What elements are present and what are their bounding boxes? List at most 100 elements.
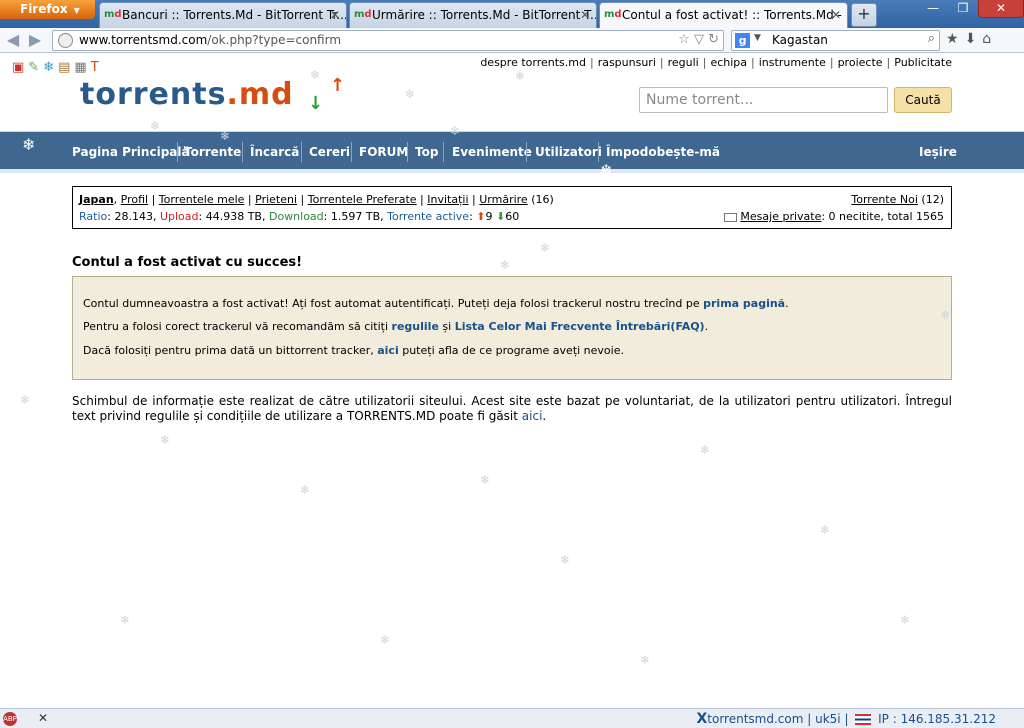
nav-torrents[interactable]: Torrente xyxy=(184,145,241,159)
ratio-value: 28.143 xyxy=(114,210,153,223)
bookmarks-menu-icon[interactable]: ★ xyxy=(946,31,965,47)
site-navigation: Pagina Principală Torrente Încarcă Cerer… xyxy=(0,131,1024,173)
home-icon[interactable]: ⌂ xyxy=(982,31,997,47)
close-tab-icon[interactable]: ✕ xyxy=(330,8,340,22)
adblock-icon[interactable]: ABP xyxy=(3,712,17,726)
search-engine-dropdown-icon[interactable]: ▼ xyxy=(754,33,761,43)
friends-link[interactable]: Prieteni xyxy=(255,193,297,206)
addon-icon[interactable]: ▤ xyxy=(58,60,74,75)
favorite-torrents-link[interactable]: Torrentele Preferate xyxy=(308,193,417,206)
tab-label: Contul a fost activat! :: Torrents.Md - … xyxy=(622,8,848,22)
private-messages-status: : 0 necitite, total 1565 xyxy=(821,210,944,223)
torrent-search-input[interactable]: Nume torrent... xyxy=(639,87,888,113)
private-messages-link[interactable]: Mesaje private xyxy=(740,210,821,223)
addon-icon[interactable]: ❄ xyxy=(43,60,58,75)
firefox-menu-label: Firefox xyxy=(20,2,68,16)
rules-link[interactable]: regulile xyxy=(392,320,439,333)
ratio-label: Ratio xyxy=(79,210,108,223)
search-bar[interactable]: g ▼ Kagastan ⌕ xyxy=(731,30,940,51)
top-link-ads[interactable]: Publicitate xyxy=(894,56,952,69)
forward-arrow-icon[interactable]: ▶ xyxy=(26,31,44,49)
close-addon-bar-icon[interactable]: ✕ xyxy=(38,711,48,725)
web-page: ▣✎❄▤▦T despre torrents.md | raspunsuri | reg… xyxy=(0,54,1024,708)
terms-link[interactable]: aici xyxy=(522,409,543,423)
tab-label: Bancuri :: Torrents.Md - BitTorrent Tr..… xyxy=(122,8,347,22)
torrentsmd-favicon-icon: md xyxy=(604,9,622,20)
new-tab-button[interactable]: + xyxy=(851,3,877,27)
site-logo[interactable]: torrents.md ↑ ↓ xyxy=(80,75,345,114)
close-window-icon[interactable]: ✕ xyxy=(978,0,1024,18)
nav-upload[interactable]: Încarcă xyxy=(250,145,299,159)
minimize-icon[interactable]: — xyxy=(918,0,948,18)
addon-icon[interactable]: ▣ xyxy=(12,60,28,75)
bookmark-star-icon[interactable]: ☆ xyxy=(678,32,690,47)
history-dropdown-icon[interactable]: ▽ xyxy=(694,32,704,47)
firefox-menu-button[interactable]: Firefox ▼ xyxy=(0,0,95,19)
nav-home[interactable]: Pagina Principală xyxy=(72,145,190,159)
nav-separator xyxy=(526,142,527,162)
envelope-icon xyxy=(724,212,738,222)
nav-separator xyxy=(407,142,408,162)
top-link-team[interactable]: echipa xyxy=(710,56,747,69)
tab-label: Urmărire :: Torrents.Md - BitTorrent T..… xyxy=(372,8,597,22)
home-page-link[interactable]: prima pagină xyxy=(703,297,785,310)
addon-icon[interactable]: ✎ xyxy=(28,60,43,75)
username-link[interactable]: Japan xyxy=(79,193,114,206)
snowflake-icon: ❄ xyxy=(405,87,416,101)
new-torrents: Torrente Noi (12) xyxy=(851,193,944,206)
top-link-answers[interactable]: raspunsuri xyxy=(598,56,656,69)
download-value: 1.597 TB xyxy=(330,210,381,223)
addon-icon[interactable]: T xyxy=(91,60,103,75)
top-link-separator: | xyxy=(751,56,755,69)
activation-message-box: Contul dumneavoastra a fost activat! Ați… xyxy=(72,276,952,380)
top-link-about[interactable]: despre torrents.md xyxy=(480,56,586,69)
watch-count: (16) xyxy=(531,193,554,206)
download-label: Download xyxy=(268,210,324,223)
nav-decorate[interactable]: Împodobește-mă xyxy=(606,145,720,159)
addon-icon[interactable]: ▦ xyxy=(74,60,90,75)
search-query: Kagastan xyxy=(772,33,828,47)
search-button[interactable]: Caută xyxy=(894,87,952,113)
disclaimer-body: Schimbul de informație este realizat de … xyxy=(72,394,952,423)
window-controls: — ❐ ✕ xyxy=(918,0,1024,20)
download-arrow-icon[interactable]: ⬇ xyxy=(965,31,983,47)
top-link-separator: | xyxy=(659,56,664,69)
top-link-projects[interactable]: proiecte xyxy=(838,56,883,69)
maximize-icon[interactable]: ❐ xyxy=(948,0,978,18)
tab-bancuri[interactable]: md Bancuri :: Torrents.Md - BitTorrent T… xyxy=(99,2,347,28)
search-icon[interactable]: ⌕ xyxy=(928,31,935,46)
close-tab-icon[interactable]: ✕ xyxy=(831,8,841,22)
logout-link[interactable]: Ieșire xyxy=(919,145,957,159)
message-text: . xyxy=(785,297,789,310)
invitations-link[interactable]: Invitații xyxy=(427,193,468,206)
top-link-rules[interactable]: reguli xyxy=(668,56,699,69)
tab-urmarire[interactable]: md Urmărire :: Torrents.Md - BitTorrent … xyxy=(349,2,597,28)
profile-link[interactable]: Profil xyxy=(121,193,148,206)
addon-icons: ▣✎❄▤▦T xyxy=(12,60,103,75)
status-bar: ABP ✕ Xtorrentsmd.com | uk5i | IP : 146.… xyxy=(0,708,1024,728)
snowflake-icon: ❄ xyxy=(600,161,613,179)
close-tab-icon[interactable]: ✕ xyxy=(580,8,590,22)
message-text: Dacă folosiți pentru prima dată un bitto… xyxy=(83,344,378,357)
nav-forum[interactable]: FORUM xyxy=(359,145,408,159)
reload-icon[interactable]: ↻ xyxy=(708,32,719,47)
leeching-arrow-icon: ⬇ xyxy=(496,210,506,223)
help-link[interactable]: aici xyxy=(377,344,398,357)
back-arrow-icon[interactable]: ◀ xyxy=(4,31,22,49)
new-torrents-link[interactable]: Torrente Noi xyxy=(851,193,918,206)
logo-suffix: .md xyxy=(226,77,294,112)
nav-users[interactable]: Utilizatori xyxy=(535,145,602,159)
top-link-tools[interactable]: instrumente xyxy=(759,56,826,69)
faq-link[interactable]: Lista Celor Mai Frecvente Întrebări(FAQ) xyxy=(455,320,705,333)
nav-top[interactable]: Top xyxy=(415,145,438,159)
disclaimer-end: . xyxy=(542,409,547,423)
watch-link[interactable]: Urmărire xyxy=(479,193,527,206)
nav-events[interactable]: Evenimente xyxy=(452,145,532,159)
message-text: Contul dumneavoastra a fost activat! Ați… xyxy=(83,297,704,310)
url-bar[interactable]: www.torrentsmd.com/ok.php?type=confirm ☆… xyxy=(52,30,724,51)
snowflake-icon: ❄ xyxy=(500,258,511,272)
tab-contul-activat[interactable]: md Contul a fost activat! :: Torrents.Md… xyxy=(599,2,848,29)
my-torrents-link[interactable]: Torrentele mele xyxy=(159,193,245,206)
nav-requests[interactable]: Cereri xyxy=(309,145,350,159)
top-link-separator: | xyxy=(589,56,594,69)
